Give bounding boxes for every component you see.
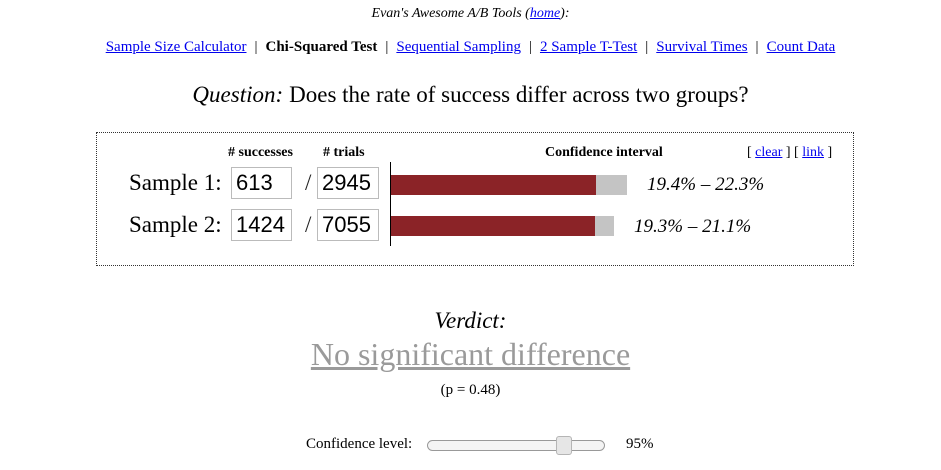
question-label: Question: bbox=[192, 82, 284, 107]
confidence-level-slider[interactable] bbox=[427, 436, 605, 455]
confidence-level-value: 95% bbox=[626, 436, 654, 452]
sample-1-ci-bar bbox=[391, 175, 627, 195]
input-panel: # successes # trials Confidence interval… bbox=[96, 132, 854, 266]
sample-2-ci-text: 19.3% – 21.1% bbox=[634, 216, 752, 237]
panel-links: [ clear ] [ link ] bbox=[747, 145, 832, 161]
tool-nav: Sample Size Calculator | Chi-Squared Test |… bbox=[0, 39, 941, 56]
sample-2-successes-input[interactable]: 1424 bbox=[231, 209, 292, 241]
nav-separator: | bbox=[755, 39, 759, 55]
verdict-label: Verdict: bbox=[434, 308, 507, 333]
confidence-level-label: Confidence level: bbox=[306, 436, 413, 452]
sample-1-ci-text: 19.4% – 22.3% bbox=[647, 174, 765, 195]
sample-2-label: Sample 2: bbox=[129, 212, 222, 237]
bracket-open: [ bbox=[747, 145, 756, 160]
nav-separator: | bbox=[254, 39, 258, 55]
p-value: (p = 0.48) bbox=[440, 382, 501, 398]
sample-2-trials-input[interactable]: 7055 bbox=[317, 209, 379, 241]
sample-1-label: Sample 1: bbox=[129, 170, 222, 195]
home-link[interactable]: home bbox=[530, 6, 560, 21]
site-title-suffix: ): bbox=[560, 6, 570, 21]
permalink-link[interactable]: link bbox=[802, 145, 824, 160]
nav-separator: | bbox=[385, 39, 389, 55]
nav-2-sample-t-test[interactable]: 2 Sample T-Test bbox=[540, 39, 637, 55]
nav-survival-times[interactable]: Survival Times bbox=[656, 39, 747, 55]
sample-2-slash: / bbox=[305, 212, 312, 237]
nav-chi-squared-test: Chi-Squared Test bbox=[265, 39, 378, 55]
nav-sequential-sampling[interactable]: Sequential Sampling bbox=[396, 39, 521, 55]
sample-1-ci-fill bbox=[391, 175, 597, 195]
nav-separator: | bbox=[528, 39, 532, 55]
ci-axis-line bbox=[390, 162, 391, 246]
question: Question: Does the rate of success differ… bbox=[0, 82, 941, 108]
slider-thumb[interactable] bbox=[556, 436, 572, 455]
sample-2-ci-fill bbox=[391, 216, 595, 236]
trials-header: # trials bbox=[323, 145, 365, 160]
successes-header: # successes bbox=[228, 145, 293, 160]
site-header: Evan's Awesome A/B Tools (home): bbox=[0, 6, 941, 22]
question-text: Does the rate of success differ across t… bbox=[289, 82, 749, 107]
nav-separator: | bbox=[645, 39, 649, 55]
site-title: Evan's Awesome A/B Tools ( bbox=[371, 6, 530, 21]
confidence-interval-header: Confidence interval bbox=[545, 145, 663, 160]
bracket-mid: ] [ bbox=[782, 145, 803, 160]
nav-count-data[interactable]: Count Data bbox=[767, 39, 836, 55]
sample-1-successes-input[interactable]: 613 bbox=[231, 167, 292, 199]
nav-sample-size-calculator[interactable]: Sample Size Calculator bbox=[106, 39, 247, 55]
verdict-text: No significant difference bbox=[310, 336, 631, 372]
bracket-close: ] bbox=[823, 145, 833, 160]
sample-2-ci-bar bbox=[391, 216, 614, 236]
clear-link[interactable]: clear bbox=[755, 145, 782, 160]
sample-1-slash: / bbox=[305, 170, 312, 195]
sample-1-trials-input[interactable]: 2945 bbox=[317, 167, 379, 199]
